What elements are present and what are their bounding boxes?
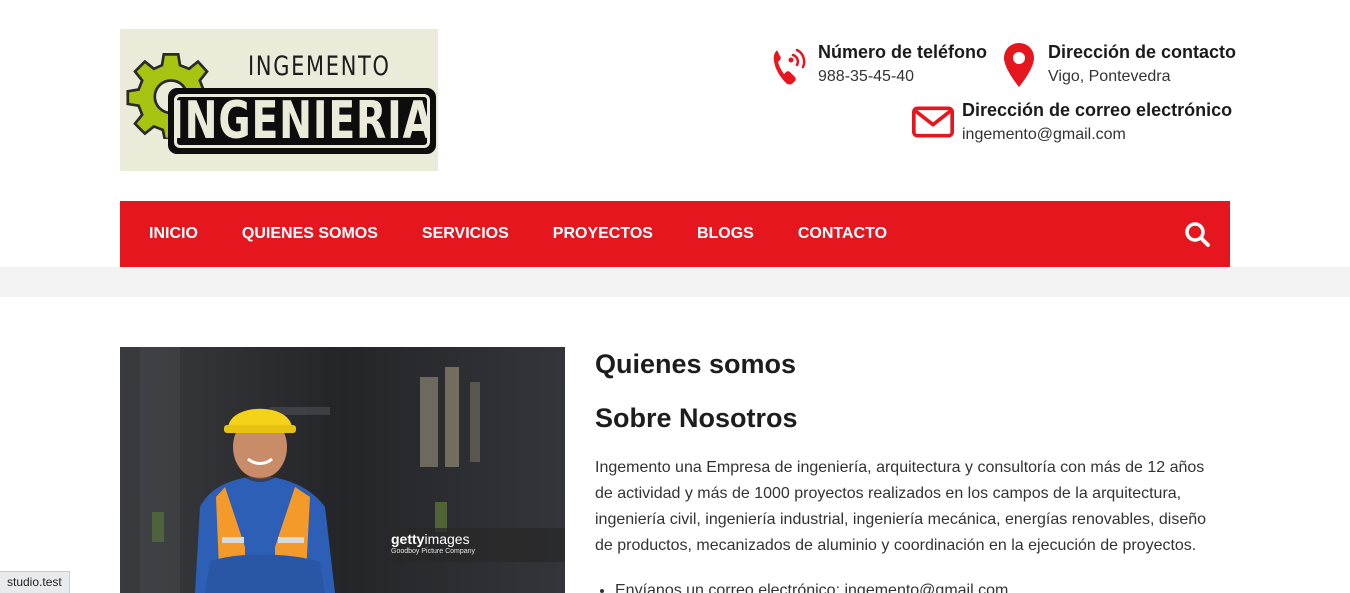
phone-title: Número de teléfono	[818, 42, 988, 62]
contact-email: Dirección de correo electrónico ingement…	[912, 99, 1232, 145]
nav-item-proyectos[interactable]: PROYECTOS	[553, 225, 653, 243]
list-item: Envíanos un correo electrónico: ingement…	[615, 579, 1235, 593]
nav-item-blogs[interactable]: BLOGS	[697, 225, 754, 243]
nav-item-contacto[interactable]: CONTACTO	[798, 225, 887, 243]
logo-top-text: INGEMENTO	[248, 51, 391, 82]
header-divider-band	[0, 267, 1350, 297]
main-navbar: INICIO QUIENES SOMOS SERVICIOS PROYECTOS…	[120, 201, 1230, 267]
browser-status-bar: studio.test	[0, 571, 70, 593]
getty-watermark: gettyimages Goodboy Picture Company	[385, 528, 565, 562]
watermark-brand-thin: images	[424, 531, 470, 547]
email-value[interactable]: ingemento@gmail.com	[962, 125, 1232, 145]
about-heading: Quienes somos	[595, 349, 797, 379]
envelope-icon	[912, 99, 954, 139]
email-title: Dirección de correo electrónico	[962, 100, 1233, 120]
nav-item-inicio[interactable]: INICIO	[149, 225, 198, 243]
about-subheading: Sobre Nosotros	[595, 403, 798, 433]
about-body: Ingemento una Empresa de ingeniería, arq…	[595, 459, 1207, 554]
about-bullets: Envíanos un correo electrónico: ingement…	[595, 579, 1235, 593]
address-title: Dirección de contacto	[1048, 42, 1237, 62]
watermark-credit: Goodboy Picture Company	[391, 548, 476, 555]
nav-item-quienes-somos[interactable]: QUIENES SOMOS	[242, 225, 378, 243]
contact-address: Dirección de contacto Vigo, Pontevedra	[998, 41, 1236, 89]
phone-icon	[768, 41, 810, 87]
watermark-brand-bold: getty	[391, 531, 425, 547]
contact-phone: Número de teléfono 988-35-45-40	[768, 41, 987, 87]
logo-main-text: INGENIERIA	[174, 94, 430, 148]
about-section: Quienes somos Sobre Nosotros Ingemento u…	[595, 347, 1235, 593]
nav-item-servicios[interactable]: SERVICIOS	[422, 225, 509, 243]
address-value: Vigo, Pontevedra	[1048, 68, 1171, 85]
site-logo[interactable]: INGEMENTO INGENIERIA	[120, 29, 438, 171]
worker-photo: gettyimages Goodboy Picture Company	[120, 347, 565, 593]
logo-main-badge: INGENIERIA	[168, 88, 436, 154]
search-icon[interactable]	[1184, 221, 1210, 247]
phone-value[interactable]: 988-35-45-40	[818, 67, 987, 87]
map-pin-icon	[998, 41, 1040, 89]
